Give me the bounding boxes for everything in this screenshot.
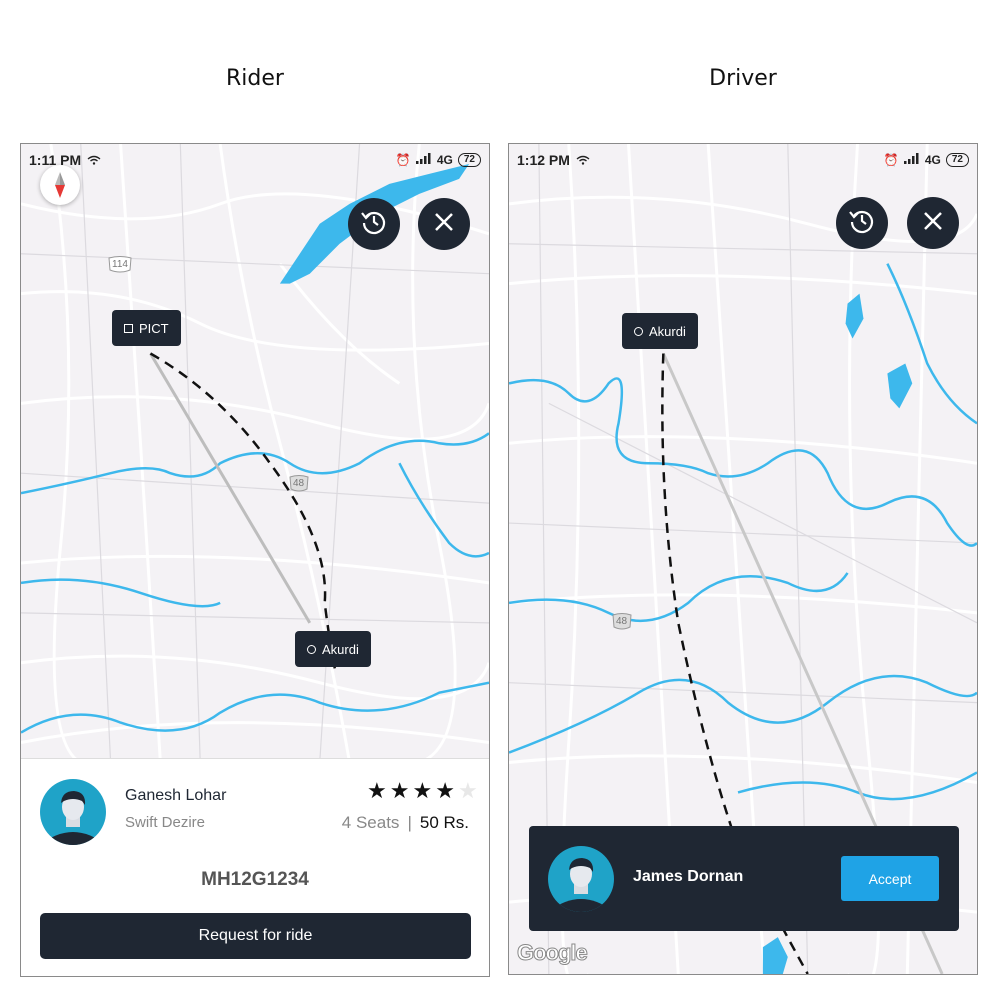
signal-icon — [903, 153, 920, 167]
close-icon — [434, 212, 454, 236]
wifi-icon — [87, 152, 101, 168]
status-bar: 1:11 PM ⏰ 4G 72 — [21, 144, 489, 176]
request-ride-button[interactable]: Request for ride — [40, 913, 471, 959]
history-icon — [360, 208, 388, 240]
circle-marker-icon — [307, 644, 316, 654]
separator: | — [407, 813, 412, 832]
status-time: 1:12 PM — [517, 152, 570, 168]
status-bar: 1:12 PM ⏰ 4G 72 — [509, 144, 977, 176]
seats-count: 4 Seats — [341, 813, 400, 832]
rating-stars: ★ ★ ★ ★ ★ — [367, 779, 478, 804]
fare-price: 50 Rs. — [419, 813, 469, 832]
rider-heading: Rider — [226, 66, 284, 91]
drop-label: Akurdi — [322, 641, 359, 657]
drop-pin[interactable]: Akurdi — [295, 631, 371, 667]
pickup-label: PICT — [139, 320, 169, 336]
circle-marker-icon — [634, 326, 643, 336]
history-button[interactable] — [348, 198, 400, 250]
highway-shield-48: 48 — [288, 475, 310, 496]
alarm-icon: ⏰ — [395, 153, 411, 167]
map-attribution: Google — [517, 940, 589, 966]
battery-indicator: 72 — [457, 153, 481, 167]
alarm-icon: ⏰ — [883, 153, 899, 167]
wifi-icon — [576, 152, 590, 168]
driver-avatar — [40, 779, 106, 845]
close-button[interactable] — [907, 197, 959, 249]
star-icon: ★ — [389, 779, 410, 804]
highway-shield-114: 114 — [107, 256, 133, 277]
star-icon: ★ — [435, 779, 455, 804]
rider-screen: 1:11 PM ⏰ 4G 72 114 48 PICT Akurdi Ganes… — [20, 143, 490, 977]
ride-details-card: Ganesh Lohar Swift Dezire ★ ★ ★ ★ ★ 4 Se… — [21, 758, 489, 976]
rider-avatar — [548, 846, 614, 912]
close-button[interactable] — [418, 198, 470, 250]
history-icon — [848, 207, 876, 239]
highway-shield-48: 48 — [611, 613, 633, 634]
compass-icon[interactable] — [40, 165, 80, 205]
star-icon: ★ — [367, 779, 387, 804]
accept-button[interactable]: Accept — [841, 856, 939, 901]
star-icon: ★ — [457, 779, 478, 804]
square-marker-icon — [124, 323, 133, 333]
location-label: Akurdi — [649, 323, 686, 339]
driver-name: Ganesh Lohar — [125, 787, 227, 804]
pickup-pin[interactable]: PICT — [112, 310, 181, 346]
location-pin[interactable]: Akurdi — [622, 313, 698, 349]
signal-icon — [415, 153, 432, 167]
star-icon: ★ — [412, 779, 433, 804]
license-plate: MH12G1234 — [201, 869, 309, 890]
battery-indicator: 72 — [945, 153, 969, 167]
ride-request-card: James Dornan Accept — [529, 826, 959, 931]
close-icon — [923, 211, 943, 235]
history-button[interactable] — [836, 197, 888, 249]
driver-heading: Driver — [709, 66, 777, 91]
seats-price-row: 4 Seats | 50 Rs. — [342, 813, 469, 833]
avatar-icon — [40, 779, 106, 845]
car-model: Swift Dezire — [125, 814, 206, 831]
driver-screen: 1:12 PM ⏰ 4G 72 48 Akurdi James Dornan A… — [508, 143, 978, 975]
network-type: 4G — [924, 153, 941, 167]
network-type: 4G — [436, 153, 453, 167]
avatar-icon — [548, 846, 614, 912]
rider-name: James Dornan — [633, 868, 744, 885]
